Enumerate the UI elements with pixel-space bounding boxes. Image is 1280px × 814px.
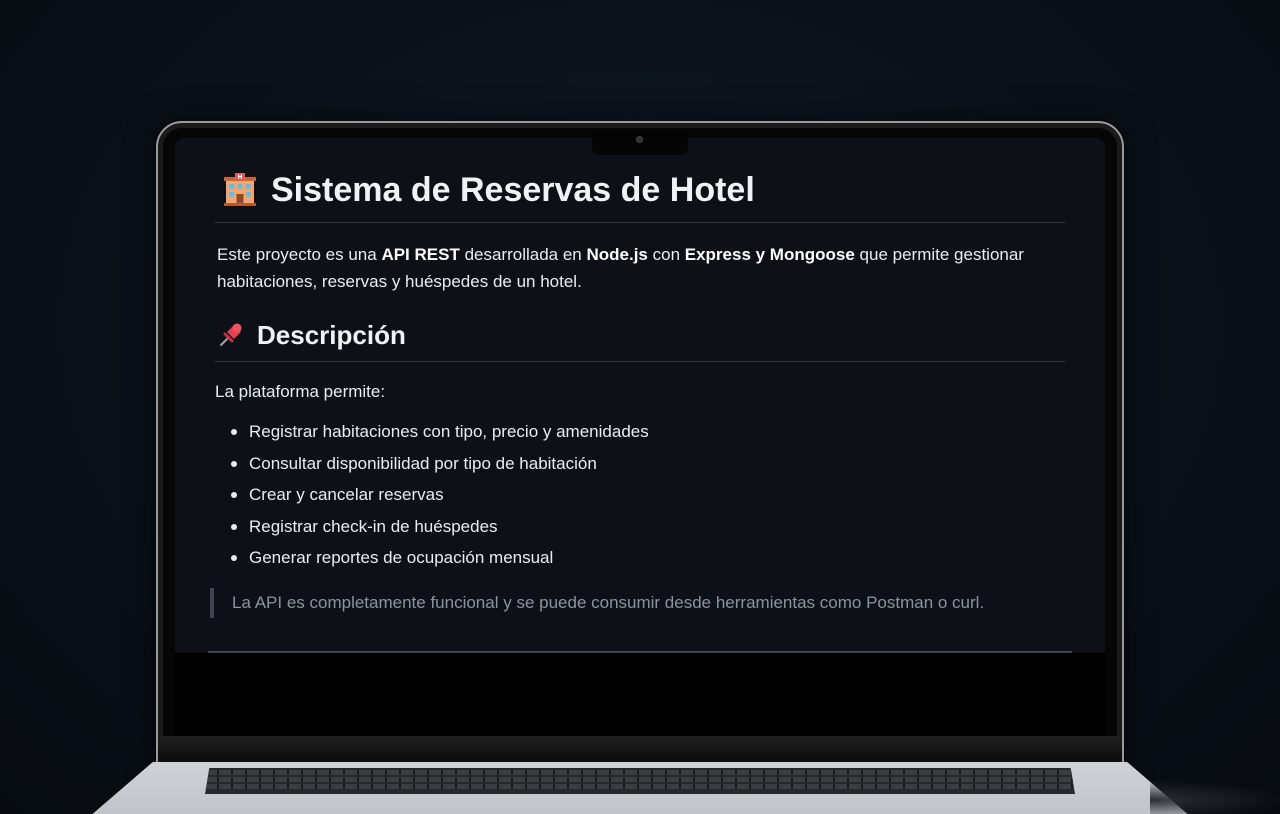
page-title: H Sistema de Reservas de Hotel <box>215 168 1065 223</box>
laptop-hinge <box>158 736 1122 762</box>
list-item: Registrar check-in de huéspedes <box>231 511 1065 543</box>
readme-content: H Sistema de Reservas de Hotel Este proy… <box>210 168 1065 618</box>
pushpin-icon <box>217 321 245 349</box>
key-row <box>205 777 1075 782</box>
list-item: Consultar disponibilidad por tipo de hab… <box>231 448 1065 480</box>
list-item: Generar reportes de ocupación mensual <box>231 542 1065 574</box>
intro-bold-express: Express y Mongoose <box>684 245 855 264</box>
svg-text:H: H <box>237 174 242 181</box>
section-title-text: Descripción <box>257 320 406 350</box>
lead-text: La plataforma permite: <box>215 382 386 401</box>
laptop-scene: H Sistema de Reservas de Hotel Este proy… <box>0 0 1280 814</box>
intro-bold-node: Node.js <box>586 245 648 264</box>
camera-notch <box>592 130 688 155</box>
key-row <box>205 770 1075 775</box>
title-text: Sistema de Reservas de Hotel <box>271 171 755 209</box>
screen-bottom-bezel <box>175 653 1105 736</box>
intro-text-2: desarrollada en <box>459 245 587 264</box>
feature-list: Registrar habitaciones con tipo, precio … <box>215 416 1065 574</box>
blockquote-note: La API es completamente funcional y se p… <box>210 587 1065 618</box>
laptop-screen: H Sistema de Reservas de Hotel Este proy… <box>175 138 1105 653</box>
deck-shadow <box>1150 780 1280 814</box>
keyboard <box>205 768 1075 794</box>
intro-text-1: Este proyecto es una <box>217 245 382 264</box>
intro-paragraph: Este proyecto es una API REST desarrolla… <box>217 241 1065 295</box>
intro-bold-api: API REST <box>381 245 460 264</box>
list-item: Crear y cancelar reservas <box>231 479 1065 511</box>
key-row <box>205 784 1075 789</box>
section-heading-descripcion: Descripción <box>215 317 1065 362</box>
intro-text-3: con <box>647 245 685 264</box>
webcam-icon <box>636 136 643 143</box>
list-item: Registrar habitaciones con tipo, precio … <box>231 416 1065 448</box>
hotel-icon: H <box>223 173 257 207</box>
